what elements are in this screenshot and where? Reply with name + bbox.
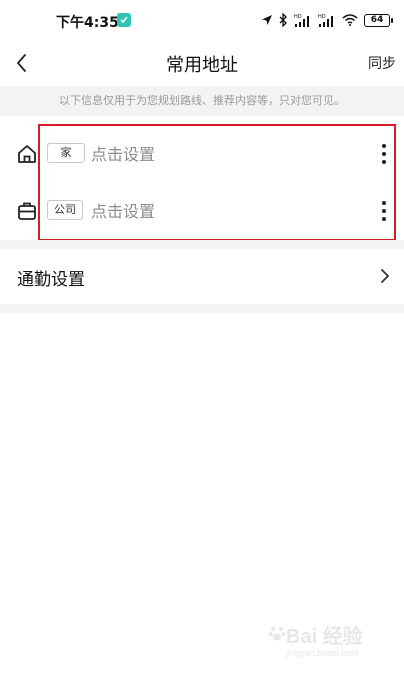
work-more-button[interactable] (376, 199, 392, 223)
home-address-row[interactable]: 家 点击设置 (0, 125, 404, 183)
wifi-icon (342, 14, 358, 26)
svg-text:HD: HD (294, 14, 302, 20)
hd-signal-icon: HD (294, 14, 309, 27)
work-address-value[interactable]: 点击设置 (91, 198, 155, 222)
home-address-value[interactable]: 点击设置 (91, 141, 155, 165)
home-icon (18, 145, 36, 163)
battery-icon: 64 (364, 13, 393, 27)
chevron-right-icon (381, 269, 389, 283)
home-tag: 家 (47, 143, 85, 163)
bluetooth-icon (279, 13, 287, 27)
section-divider (0, 304, 404, 313)
status-time: 下午4:35 (56, 15, 119, 31)
privacy-notice: 以下信息仅用于为您规划路线、推荐内容等，只对您可见。 (0, 86, 404, 116)
work-tag: 公司 (47, 200, 83, 220)
paw-icon (268, 626, 286, 641)
briefcase-icon (18, 202, 36, 220)
nav-bar: 常用地址 同步 (0, 40, 404, 86)
home-more-button[interactable] (376, 142, 392, 166)
work-address-row[interactable]: 公司 点击设置 (0, 182, 404, 240)
watermark: Bai 经验 jingyan.baidu.com (268, 620, 388, 666)
commute-settings-row[interactable]: 通勤设置 (0, 249, 404, 304)
sync-button[interactable]: 同步 (368, 53, 396, 73)
battery-level: 64 (370, 14, 384, 25)
hd-signal-icon: HD (318, 14, 333, 27)
commute-settings-label: 通勤设置 (17, 270, 85, 290)
watermark-url: jingyan.baidu.com (286, 648, 359, 658)
location-arrow-icon (262, 15, 272, 25)
status-icons: HD HD 64 (261, 10, 393, 30)
section-divider (0, 240, 404, 249)
page-title: 常用地址 (166, 55, 238, 76)
app-notification-icon (117, 13, 131, 27)
status-bar: 下午4:35 HD HD 64 (0, 0, 404, 40)
address-list: 家 点击设置 公司 点击设置 (0, 116, 404, 240)
watermark-brand: Bai 经验 (286, 626, 363, 648)
svg-text:HD: HD (318, 14, 326, 20)
